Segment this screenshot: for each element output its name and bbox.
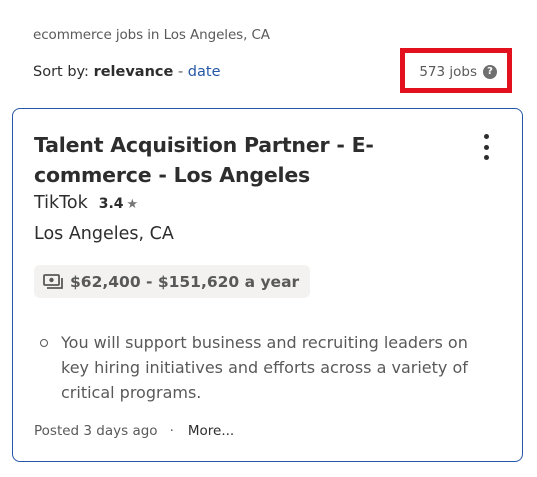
kebab-dot <box>483 144 489 150</box>
job-title[interactable]: Talent Acquisition Partner - E-commerce … <box>34 130 444 190</box>
money-icon <box>43 273 63 289</box>
job-card-footer: Posted 3 days ago · More... <box>34 423 234 439</box>
job-card[interactable]: Talent Acquisition Partner - E-commerce … <box>12 108 523 462</box>
salary-text: $62,400 - $151,620 a year <box>70 272 300 291</box>
footer-separator: · <box>169 423 174 439</box>
sort-separator: - <box>177 64 184 80</box>
posted-date: Posted 3 days ago <box>34 423 158 439</box>
kebab-dot <box>483 155 489 160</box>
company-row: TikTok 3.4 ★ <box>34 193 138 213</box>
help-icon-glyph: ? <box>487 66 493 77</box>
salary-badge: $62,400 - $151,620 a year <box>34 265 311 298</box>
snippet-text: You will support business and recruiting… <box>61 333 468 402</box>
job-count-highlight: 573 jobs ? <box>400 48 512 93</box>
more-link[interactable]: More... <box>188 423 234 439</box>
company-rating: 3.4 <box>98 196 124 212</box>
sort-option-relevance: relevance <box>93 64 174 80</box>
snippet-item: You will support business and recruiting… <box>34 330 494 405</box>
sort-controls: Sort by: relevance - date <box>33 64 221 80</box>
kebab-menu-icon[interactable] <box>482 134 490 160</box>
search-context-label: ecommerce jobs in Los Angeles, CA <box>33 27 270 43</box>
bullet-icon <box>40 339 48 347</box>
company-name[interactable]: TikTok <box>34 193 88 213</box>
job-count-text: 573 jobs <box>419 64 477 80</box>
job-count: 573 jobs ? <box>419 64 497 80</box>
star-icon: ★ <box>126 197 139 212</box>
help-icon[interactable]: ? <box>483 65 497 79</box>
sort-label: Sort by: <box>33 64 89 80</box>
job-snippet: You will support business and recruiting… <box>34 330 494 405</box>
sort-option-date[interactable]: date <box>188 64 221 80</box>
job-location: Los Angeles, CA <box>34 224 174 244</box>
kebab-dot <box>483 134 489 139</box>
